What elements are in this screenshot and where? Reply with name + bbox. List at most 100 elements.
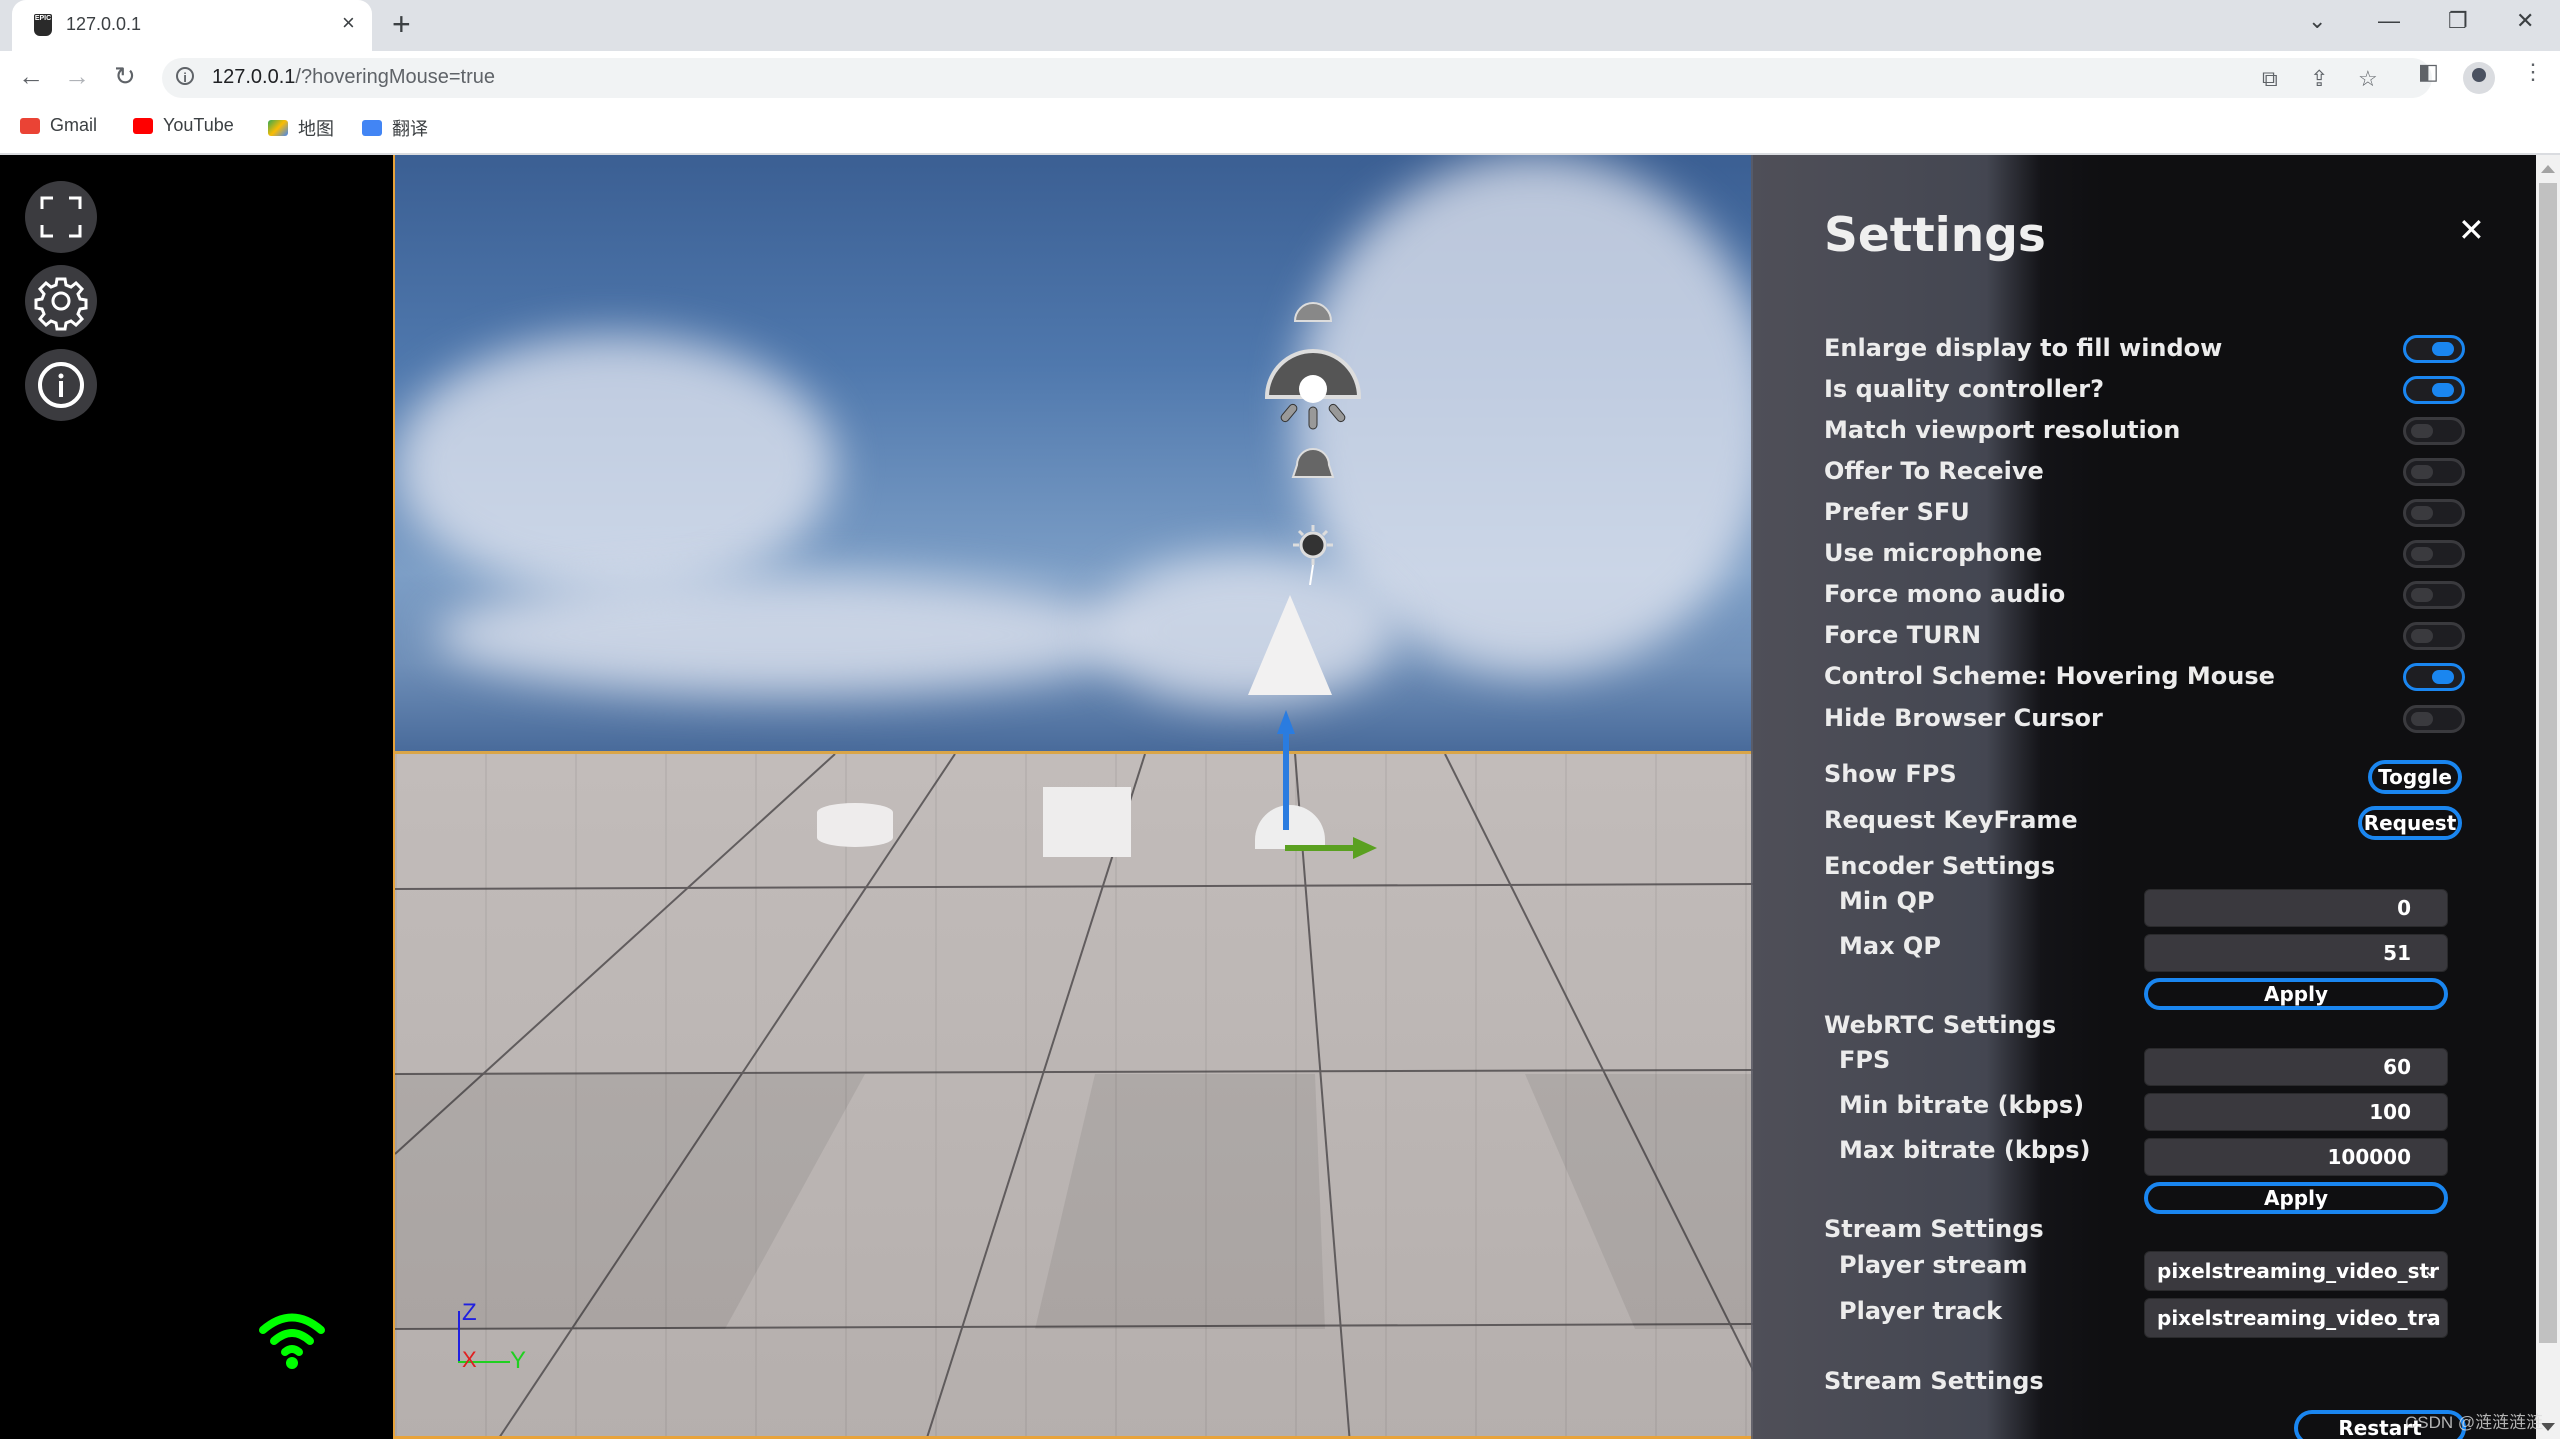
min-qp-input[interactable]: 0 (2144, 889, 2448, 927)
bookmark-gmail[interactable]: Gmail (20, 115, 97, 136)
window-close-icon[interactable]: ✕ (2516, 8, 2534, 34)
setting-toggle[interactable] (2403, 376, 2465, 404)
setting-label: Match viewport resolution (1824, 416, 2181, 444)
stream-video[interactable]: Z X Y (393, 155, 1753, 1439)
request-keyframe-button[interactable]: Request (2358, 806, 2462, 840)
bookmark-label: 地图 (298, 119, 334, 139)
bookmarks-bar: Gmail YouTube 地图 翻译 (0, 102, 2560, 155)
cloud (395, 335, 835, 595)
max-qp-input[interactable]: 51 (2144, 934, 2448, 972)
info-icon (38, 362, 84, 408)
toggle-fps-button[interactable]: Toggle (2368, 760, 2462, 794)
cylinder-object[interactable] (817, 803, 893, 847)
webrtc-apply-button[interactable]: Apply (2144, 1182, 2448, 1214)
settings-panel: Settings ✕ Enlarge display to fill windo… (1751, 155, 2536, 1439)
cube-object[interactable] (1043, 787, 1131, 857)
encoder-settings-heading: Encoder Settings (1824, 852, 2056, 880)
scroll-up-icon[interactable] (2541, 165, 2555, 173)
restore-icon[interactable]: ❐ (2448, 8, 2468, 34)
sky-atmosphere-icon (1293, 302, 1333, 322)
setting-toggle[interactable] (2403, 335, 2465, 363)
reload-icon[interactable]: ↻ (114, 61, 136, 92)
forward-icon[interactable]: → (64, 61, 90, 92)
setting-label: Hide Browser Cursor (1824, 704, 2103, 732)
cone-object[interactable] (1248, 595, 1332, 695)
bookmark-youtube[interactable]: YouTube (133, 115, 234, 136)
share-icon[interactable]: ⇪ (2310, 66, 2328, 92)
translate-icon (362, 120, 382, 136)
gizmo-y-arrow-icon (1353, 837, 1377, 859)
setting-label: Is quality controller? (1824, 375, 2105, 403)
watermark: CSDN @涟涟涟涟 (2405, 1413, 2544, 1432)
bookmark-star-icon[interactable]: ☆ (2358, 66, 2378, 92)
setting-toggle[interactable] (2403, 540, 2465, 568)
max-qp-label: Max QP (1839, 932, 1941, 960)
info-button[interactable] (25, 349, 97, 421)
stream-settings-heading: Stream Settings (1824, 1215, 2044, 1243)
setting-label: Prefer SFU (1824, 498, 1970, 526)
profile-avatar[interactable] (2463, 62, 2495, 94)
min-bitrate-input[interactable]: 100 (2144, 1093, 2448, 1131)
y-axis-label: Y (510, 1347, 527, 1374)
toolbar: ← → ↻ i 127.0.0.1/?hoveringMouse=true ⧉ … (0, 51, 2560, 102)
bookmark-label: Gmail (50, 115, 98, 135)
player-track-value: pixelstreaming_video_tra (2157, 1306, 2441, 1330)
setting-toggle[interactable] (2403, 417, 2465, 445)
bookmark-translate[interactable]: 翻译 (362, 115, 428, 141)
url-host: 127.0.0.1 (212, 66, 296, 88)
setting-toggle[interactable] (2403, 499, 2465, 527)
player-track-select[interactable]: pixelstreaming_video_tra ⌄ (2144, 1298, 2448, 1338)
bookmark-label: YouTube (163, 115, 234, 135)
encoder-apply-button[interactable]: Apply (2144, 978, 2448, 1010)
min-qp-label: Min QP (1839, 887, 1935, 915)
fullscreen-button[interactable] (25, 181, 97, 253)
setting-toggle[interactable] (2403, 458, 2465, 486)
pixel-streaming-page: Z X Y Settings ✕ Enlarge display to fill… (0, 155, 2536, 1439)
side-panel-icon[interactable]: ◧ (2418, 59, 2439, 85)
x-axis-label: X (462, 1347, 477, 1372)
minimize-icon[interactable]: — (2378, 8, 2400, 34)
request-keyframe-label: Request KeyFrame (1824, 806, 2078, 834)
url-text[interactable]: 127.0.0.1/?hoveringMouse=true (212, 66, 495, 89)
site-info-icon[interactable]: i (176, 67, 194, 85)
z-axis-label: Z (462, 1299, 477, 1326)
light-actors[interactable] (1255, 285, 1365, 585)
fps-input[interactable]: 60 (2144, 1048, 2448, 1086)
setting-toggle[interactable] (2403, 581, 2465, 609)
epic-games-icon: EPIC (34, 14, 52, 36)
chevron-down-icon: ⌄ (2423, 1261, 2437, 1280)
fps-label: FPS (1839, 1046, 1891, 1074)
max-bitrate-input[interactable]: 100000 (2144, 1138, 2448, 1176)
translate-page-icon[interactable]: ⧉ (2262, 66, 2278, 92)
browser-tab[interactable]: EPIC 127.0.0.1 × (12, 0, 372, 51)
page-scrollbar[interactable] (2536, 155, 2560, 1439)
tab-close-icon[interactable]: × (342, 10, 355, 36)
gizmo-z-arrow-icon (1277, 710, 1295, 734)
bookmark-label: 翻译 (392, 119, 428, 139)
back-icon[interactable]: ← (18, 61, 44, 92)
setting-toggle[interactable] (2403, 622, 2465, 650)
tab-strip: EPIC 127.0.0.1 × + ⌄ — ❐ ✕ (0, 0, 2560, 51)
setting-toggle[interactable] (2403, 663, 2465, 691)
show-fps-label: Show FPS (1824, 760, 1957, 788)
settings-close-icon[interactable]: ✕ (2458, 211, 2485, 249)
menu-kebab-icon[interactable]: ⋮ (2522, 59, 2544, 85)
settings-title: Settings (1824, 208, 2046, 263)
cloud (435, 575, 1135, 695)
address-bar[interactable]: i 127.0.0.1/?hoveringMouse=true ⧉ ⇪ ☆ (162, 58, 2432, 98)
scrollbar-thumb[interactable] (2539, 183, 2557, 1343)
new-tab-button[interactable]: + (392, 6, 411, 43)
setting-toggle[interactable] (2403, 705, 2465, 733)
player-stream-select[interactable]: pixelstreaming_video_str ⌄ (2144, 1251, 2448, 1291)
bookmark-maps[interactable]: 地图 (268, 115, 334, 141)
z-axis-line (458, 1311, 460, 1363)
setting-label: Force TURN (1824, 621, 1982, 649)
stream-settings-heading-2: Stream Settings (1824, 1367, 2044, 1395)
settings-button[interactable] (25, 265, 97, 337)
gizmo-y-axis[interactable] (1285, 845, 1355, 851)
gizmo-z-axis[interactable] (1283, 730, 1289, 830)
player-stream-value: pixelstreaming_video_str (2157, 1259, 2439, 1283)
tab-search-chevron-icon[interactable]: ⌄ (2308, 8, 2326, 34)
chevron-down-icon: ⌄ (2423, 1308, 2437, 1327)
tab-title: 127.0.0.1 (66, 14, 142, 34)
